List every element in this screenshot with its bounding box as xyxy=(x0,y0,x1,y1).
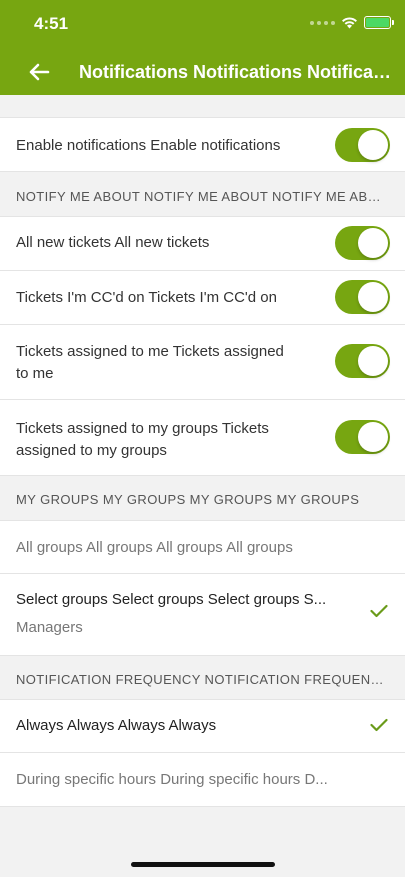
cc-tickets-toggle[interactable] xyxy=(335,280,390,314)
signal-icon xyxy=(310,20,335,25)
battery-icon xyxy=(364,16,394,29)
notify-row-label-line1: Tickets assigned to my groups Tickets xyxy=(16,420,269,437)
assigned-to-me-toggle[interactable] xyxy=(335,344,390,378)
groups-section-header: MY GROUPS MY GROUPS MY GROUPS MY GROUPS xyxy=(0,476,405,521)
selected-groups-value: Managers xyxy=(16,619,83,636)
frequency-section-header: NOTIFICATION FREQUENCY NOTIFICATION FREQ… xyxy=(0,656,405,700)
home-indicator xyxy=(131,862,275,867)
checkmark-icon xyxy=(370,718,388,732)
notify-row-label: All new tickets All new tickets xyxy=(16,234,210,251)
frequency-always-row[interactable]: Always Always Always Always xyxy=(0,700,405,753)
assigned-to-groups-toggle[interactable] xyxy=(335,420,390,454)
notify-row-assigned-to-me[interactable]: Tickets assigned to me Tickets assigned … xyxy=(0,325,405,400)
enable-notifications-row[interactable]: Enable notifications Enable notification… xyxy=(0,117,405,172)
notify-row-all-new-tickets[interactable]: All new tickets All new tickets xyxy=(0,217,405,271)
notify-row-cc-tickets[interactable]: Tickets I'm CC'd on Tickets I'm CC'd on xyxy=(0,271,405,325)
frequency-section-header-text: NOTIFICATION FREQUENCY NOTIFICATION FREQ… xyxy=(16,672,388,687)
wifi-icon xyxy=(342,17,357,29)
enable-notifications-toggle[interactable] xyxy=(335,128,390,162)
back-arrow-icon[interactable] xyxy=(26,60,52,84)
select-groups-row[interactable]: Select groups Select groups Select group… xyxy=(0,574,405,656)
checkmark-icon xyxy=(370,604,388,618)
groups-section-header-text: MY GROUPS MY GROUPS MY GROUPS MY GROUPS xyxy=(16,492,360,507)
all-groups-row[interactable]: All groups All groups All groups All gro… xyxy=(0,521,405,574)
all-groups-label: All groups All groups All groups All gro… xyxy=(16,539,293,556)
frequency-specific-hours-row[interactable]: During specific hours During specific ho… xyxy=(0,753,405,807)
notify-section-header-text: NOTIFY ME ABOUT NOTIFY ME ABOUT NOTIFY M… xyxy=(16,189,388,204)
notify-row-label: Tickets I'm CC'd on Tickets I'm CC'd on xyxy=(16,289,277,306)
enable-notifications-label: Enable notifications Enable notification… xyxy=(16,137,281,154)
notify-row-label-line2: assigned to my groups xyxy=(16,442,167,459)
page-title: Notifications Notifications Notificatio.… xyxy=(79,62,395,82)
notify-row-label-line1: Tickets assigned to me Tickets assigned xyxy=(16,343,284,360)
status-icons xyxy=(310,16,394,29)
frequency-always-label: Always Always Always Always xyxy=(16,717,217,734)
notify-row-assigned-to-groups[interactable]: Tickets assigned to my groups Tickets as… xyxy=(0,400,405,476)
notify-section-header: NOTIFY ME ABOUT NOTIFY ME ABOUT NOTIFY M… xyxy=(0,172,405,217)
status-time: 4:51 xyxy=(34,14,69,33)
select-groups-label: Select groups Select groups Select group… xyxy=(16,591,327,608)
app-bar: 4:51 Notifications Notifications Notific… xyxy=(0,0,405,95)
all-new-tickets-toggle[interactable] xyxy=(335,226,390,260)
frequency-specific-hours-label: During specific hours During specific ho… xyxy=(16,771,328,788)
notify-row-label-line2: to me xyxy=(16,365,54,382)
